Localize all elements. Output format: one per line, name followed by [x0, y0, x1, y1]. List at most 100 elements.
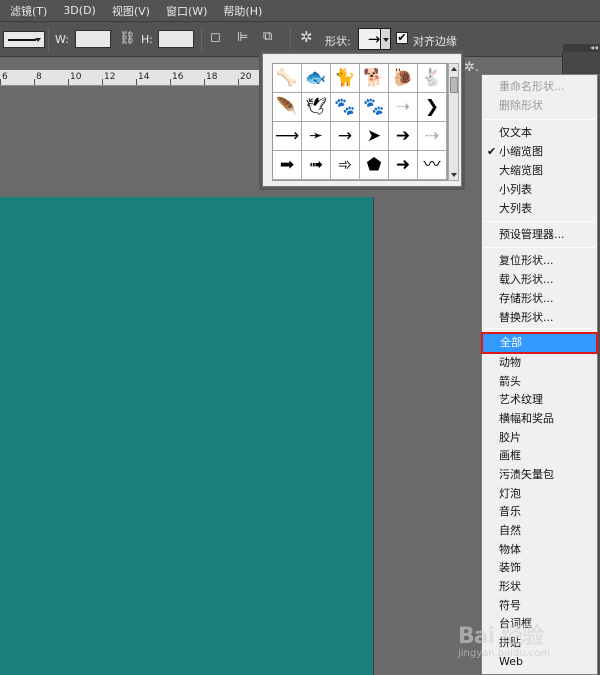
shape-feather-icon[interactable]: 🪶 [273, 93, 302, 122]
shape-wavy-line-icon[interactable]: 〰 [418, 151, 447, 180]
menu-item[interactable]: 箭头 [482, 373, 597, 391]
menu-item-label: 箭头 [499, 375, 521, 388]
menu-item-label: 全部 [500, 336, 522, 349]
menu-item-label: 重命名形状... [499, 80, 565, 93]
menu-item[interactable]: 灯泡 [482, 485, 597, 503]
menu-item[interactable]: 横幅和奖品 [482, 410, 597, 428]
shape-paw-print-icon[interactable]: 🐾 [331, 93, 360, 122]
height-field[interactable] [158, 30, 194, 48]
shape-arrow-block-icon[interactable]: ➡ [273, 151, 302, 180]
menu-item-label: 艺术纹理 [499, 393, 543, 406]
ruler-tick: 12 [104, 72, 116, 82]
menu-item[interactable]: 小列表 [482, 181, 597, 199]
menu-item-label: 形状 [499, 580, 521, 593]
menu-item[interactable]: 大列表 [482, 200, 597, 218]
shape-arrow-dashed-icon[interactable]: ⇢ [418, 122, 447, 151]
menu-item[interactable]: 预设管理器... [482, 226, 597, 244]
menu-item[interactable]: 全部 [481, 332, 598, 354]
menu-item[interactable]: 拼贴 [482, 634, 597, 652]
scroll-thumb[interactable] [450, 77, 458, 93]
menu-item-label: 音乐 [499, 505, 521, 518]
ruler-tick: 6 [2, 72, 8, 82]
shape-arrow-pointed-icon[interactable]: ➟ [302, 151, 331, 180]
path-operations-icon[interactable]: ◻ [210, 31, 221, 44]
gear-icon[interactable]: ✲ [300, 30, 313, 45]
width-label: W: [55, 33, 69, 46]
menu-item[interactable]: 自然 [482, 522, 597, 540]
menu-item[interactable]: 动物 [482, 354, 597, 372]
menu-item-label: 预设管理器... [499, 228, 565, 241]
menu-item[interactable]: 符号 [482, 597, 597, 615]
menu-item[interactable]: 仅文本 [482, 124, 597, 142]
menu-window[interactable]: 窗口(W) [166, 3, 207, 19]
document-canvas[interactable] [0, 197, 373, 675]
menu-item[interactable]: 载入形状... [482, 271, 597, 289]
path-arrangement-icon[interactable]: ⧉ [263, 30, 272, 43]
collapse-panels-icon[interactable]: ◂◂ [563, 44, 600, 52]
shape-arrow-feather-icon[interactable]: ➛ [302, 122, 331, 151]
menu-item[interactable]: 大缩览图 [482, 162, 597, 180]
shape-bone-icon[interactable]: 🦴 [273, 64, 302, 93]
shape-arrowhead-icon[interactable]: ➤ [360, 122, 389, 151]
shape-paw-print-2-icon[interactable]: 🐾 [360, 93, 389, 122]
shape-arrow-bold-icon[interactable]: ➔ [389, 122, 418, 151]
divider [201, 28, 202, 52]
menu-item-label: 小列表 [499, 183, 532, 196]
shape-arrow-icon[interactable]: → [331, 122, 360, 151]
shape-chevron-icon[interactable]: ❯ [418, 93, 447, 122]
menu-item[interactable]: Web [482, 653, 597, 671]
menu-separator [484, 328, 595, 329]
shape-cat-icon[interactable]: 🐈 [331, 64, 360, 93]
ruler-tick: 14 [138, 72, 150, 82]
shape-picker-panel: 🦴 🐟 🐈 🐕 🐌 🐇 🪶 🕊 🐾 🐾 ➝ ❯ ⟶ ➛ → ➤ ➔ ⇢ ➡ ➟ ➾ ⬟ ➜ 〰 [262, 53, 462, 187]
path-alignment-icon[interactable]: ⊫ [237, 31, 248, 44]
shape-pentagon-arrow-icon[interactable]: ⬟ [360, 151, 389, 180]
menu-item-label: 拼贴 [499, 636, 521, 649]
menu-item-label: Web [499, 655, 523, 668]
shape-picker-dropdown[interactable] [380, 28, 391, 50]
shape-arrow-round-icon[interactable]: ➜ [389, 151, 418, 180]
picker-scrollbar[interactable] [448, 63, 459, 181]
menu-item-label: 小缩览图 [499, 145, 543, 158]
menu-item[interactable]: 存储形状... [482, 290, 597, 308]
menu-3d[interactable]: 3D(D) [63, 4, 96, 17]
link-icon[interactable]: ⛓ [119, 32, 136, 45]
shape-fish-icon[interactable]: 🐟 [302, 64, 331, 93]
menu-help[interactable]: 帮助(H) [223, 3, 262, 19]
menu-bar: 滤镜(T) 3D(D) 视图(V) 窗口(W) 帮助(H) [0, 0, 600, 22]
menu-item[interactable]: 台词框 [482, 615, 597, 633]
scroll-down-icon[interactable] [451, 173, 457, 177]
menu-item[interactable]: 形状 [482, 578, 597, 596]
shape-arrow-light-icon[interactable]: ➝ [389, 93, 418, 122]
menu-item[interactable]: 物体 [482, 541, 597, 559]
scroll-up-icon[interactable] [451, 67, 457, 71]
align-edges-label: 对齐边缘 [413, 35, 457, 48]
menu-item[interactable]: 复位形状... [482, 252, 597, 270]
shape-arrow-thin-icon[interactable]: ⟶ [273, 122, 302, 151]
menu-item[interactable]: 替换形状... [482, 309, 597, 327]
menu-item[interactable]: 小缩览图 ✔ [482, 143, 597, 161]
shape-rabbit-icon[interactable]: 🐇 [418, 64, 447, 93]
shape-arrow-fletched-icon[interactable]: ➾ [331, 151, 360, 180]
shape-bird-icon[interactable]: 🕊 [302, 93, 331, 122]
align-edges-checkbox[interactable]: ✔ [396, 32, 408, 44]
shape-snail-icon[interactable]: 🐌 [389, 64, 418, 93]
shape-dog-icon[interactable]: 🐕 [360, 64, 389, 93]
menu-item[interactable]: 污渍矢量包 [482, 466, 597, 484]
ruler-tick: 8 [36, 72, 42, 82]
menu-item[interactable]: 艺术纹理 [482, 391, 597, 409]
menu-item[interactable]: 装饰 [482, 559, 597, 577]
menu-item[interactable]: 胶片 [482, 429, 597, 447]
menu-item: 删除形状 [482, 97, 597, 115]
picker-settings-gear-icon[interactable]: ✲. [464, 60, 479, 75]
shape-grid: 🦴 🐟 🐈 🐕 🐌 🐇 🪶 🕊 🐾 🐾 ➝ ❯ ⟶ ➛ → ➤ ➔ ⇢ ➡ ➟ ➾ ⬟ ➜ 〰 [272, 63, 448, 181]
stroke-type-dropdown[interactable] [3, 31, 45, 48]
menu-view[interactable]: 视图(V) [112, 3, 150, 19]
width-field[interactable] [75, 30, 111, 48]
menu-item[interactable]: 画框 [482, 447, 597, 465]
menu-item: 重命名形状... [482, 78, 597, 96]
menu-filter[interactable]: 滤镜(T) [10, 3, 47, 19]
menu-item[interactable]: 音乐 [482, 503, 597, 521]
menu-item-label: 大列表 [499, 202, 532, 215]
options-bar: W: ⛓ H: ◻ ⊫ ⧉ ✲ 形状: → ✔ 对齐边缘 [0, 22, 600, 57]
